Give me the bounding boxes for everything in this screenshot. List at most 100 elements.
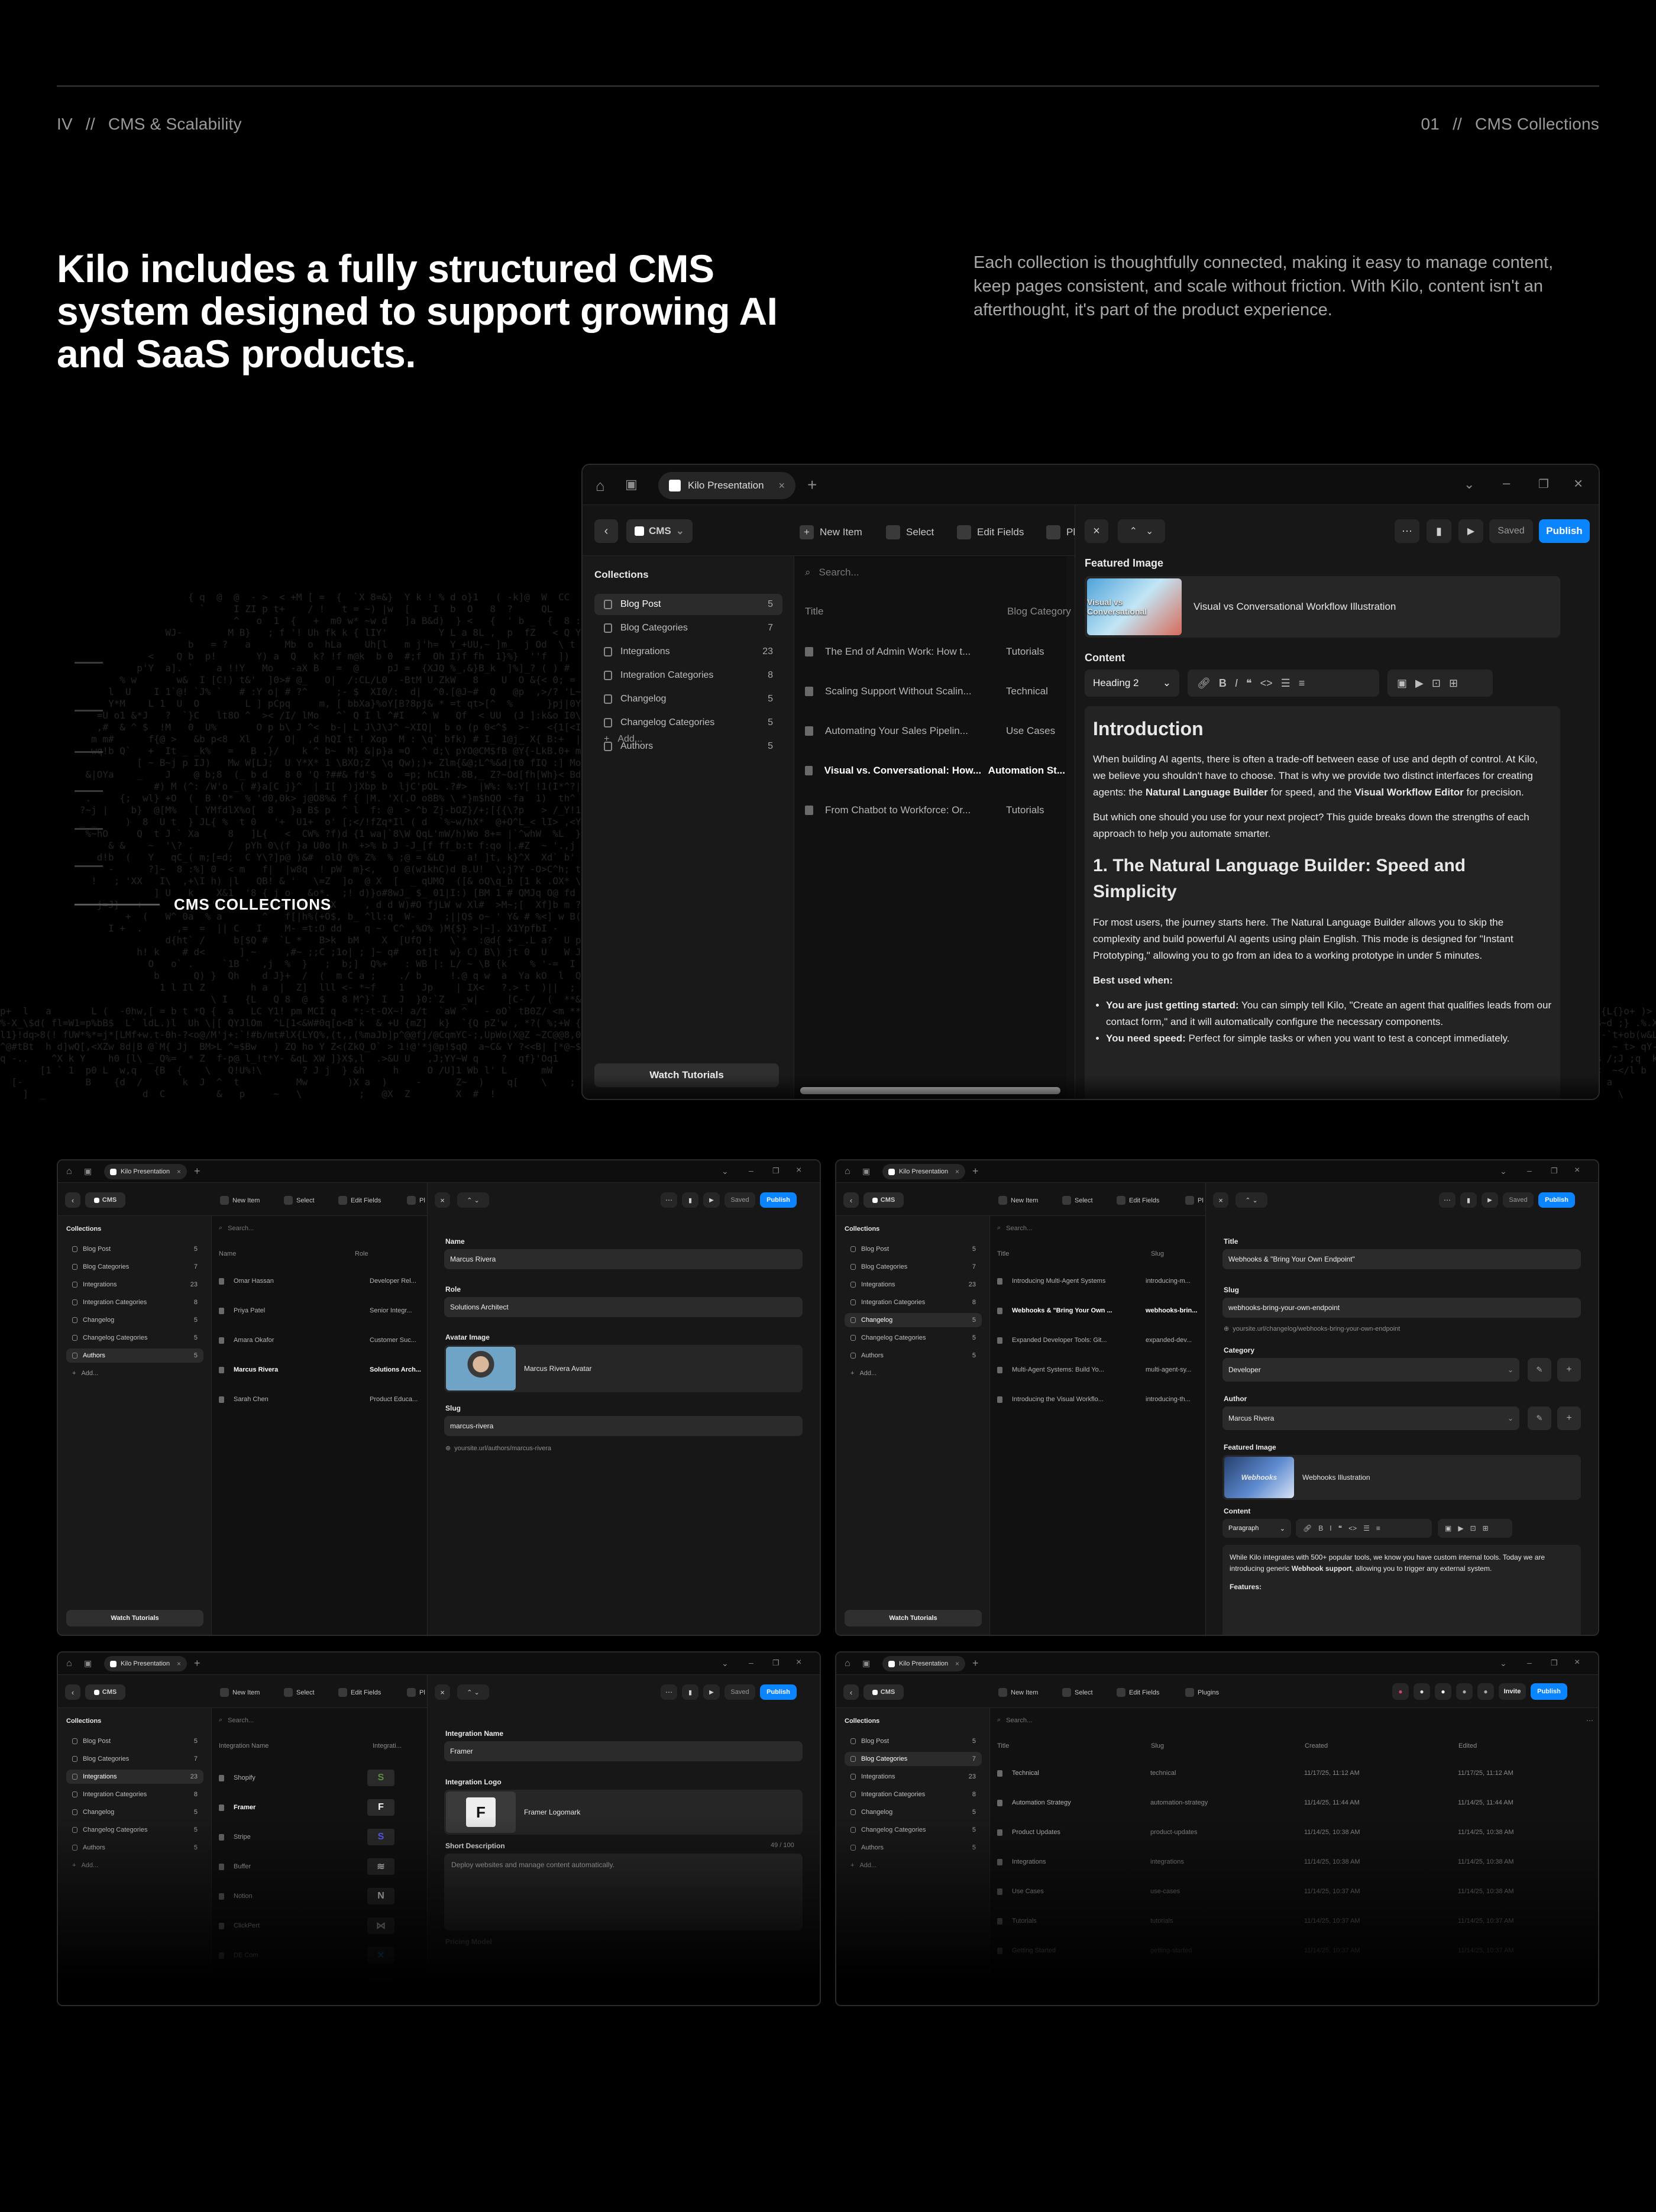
add-reference-button[interactable]: + [1557, 1406, 1581, 1430]
edit-fields-button[interactable]: Edit Fields [338, 1196, 381, 1205]
collection-item[interactable]: Changelog 5 [66, 1805, 203, 1819]
chart-icon[interactable]: ● [1456, 1683, 1473, 1700]
edit-fields-button[interactable]: Edit Fields [1117, 1688, 1159, 1697]
more-icon[interactable]: ⋯ [1586, 1716, 1593, 1725]
prev-next-button[interactable]: ⌃ ⌄ [457, 1684, 489, 1700]
restore-icon[interactable]: ❐ [1538, 477, 1549, 491]
collection-item[interactable]: Blog Categories 7 [66, 1260, 203, 1274]
plus-icon[interactable]: + [807, 476, 817, 494]
table-row[interactable]: Product Updates product-updates 11/14/25, … [997, 1829, 1594, 1836]
collection-item[interactable]: Blog Post 5 [66, 1734, 203, 1748]
back-button[interactable]: ‹ [843, 1684, 859, 1700]
add-collection-button[interactable]: + Add... [594, 729, 782, 750]
select-button[interactable]: Select [1062, 1196, 1093, 1205]
new-item-button[interactable]: New Item [998, 1688, 1038, 1697]
featured-image-field[interactable]: Webhooks Webhooks Illustration [1222, 1455, 1581, 1500]
figma-icon[interactable]: ● [1392, 1683, 1409, 1700]
collection-item[interactable]: Integration Categories 8 [66, 1295, 203, 1309]
play-icon[interactable]: ▶ [1458, 519, 1483, 543]
quote-icon[interactable]: ❝ [1246, 677, 1252, 690]
plugins-button[interactable]: Pl [1185, 1196, 1204, 1205]
chevron-down-icon[interactable]: ⌄ [1464, 477, 1474, 492]
back-button[interactable]: ‹ [65, 1192, 80, 1208]
minimize-icon[interactable]: – [1527, 1166, 1532, 1175]
back-button[interactable]: ‹ [65, 1684, 80, 1700]
bold-icon[interactable]: B [1318, 1524, 1323, 1532]
chart-icon[interactable]: ▮ [1427, 519, 1451, 543]
search-input[interactable]: ⌕ Search... [219, 1224, 254, 1232]
close-window-icon[interactable]: × [1574, 1165, 1580, 1176]
inbox-icon[interactable]: ▣ [625, 477, 638, 492]
plus-icon[interactable]: + [972, 1165, 979, 1178]
collection-item[interactable]: Blog Categories 7 [845, 1260, 982, 1274]
table-row[interactable]: From Chatbot to Workforce: Or... Tutorial… [805, 804, 1065, 816]
browser-tab[interactable]: Kilo Presentation × [658, 472, 795, 499]
close-editor-button[interactable]: × [1085, 519, 1108, 543]
collection-item[interactable]: Changelog 5 [845, 1805, 982, 1819]
heading-select[interactable]: Heading 2 ⌄ [1085, 670, 1179, 697]
home-icon[interactable]: ⌂ [845, 1166, 850, 1177]
table-icon[interactable]: ⊞ [1449, 677, 1458, 690]
restore-icon[interactable]: ❐ [772, 1166, 780, 1176]
collection-item[interactable]: Changelog 5 [594, 688, 782, 710]
select-button[interactable]: Select [886, 525, 934, 539]
title-field[interactable]: Webhooks & "Bring Your Own Endpoint" [1222, 1249, 1581, 1269]
link-icon[interactable]: 🔗︎ [1197, 677, 1211, 690]
collection-item[interactable]: Blog Post 5 [845, 1242, 982, 1256]
image-icon[interactable]: ▣ [1445, 1524, 1451, 1532]
more-button[interactable]: ⋯ [661, 1192, 677, 1208]
cms-dropdown[interactable]: CMS ⌄ [626, 519, 693, 543]
close-icon[interactable]: × [955, 1168, 959, 1176]
paragraph-select[interactable]: Paragraph ⌄ [1222, 1519, 1291, 1538]
video-icon[interactable]: ▶ [1415, 677, 1424, 690]
browser-tab[interactable]: Kilo Presentation × [882, 1164, 965, 1179]
code-icon[interactable]: <> [1348, 1524, 1357, 1532]
settings-icon[interactable]: ● [1435, 1683, 1451, 1700]
table-row[interactable]: Automation Strategy automation-strategy 11… [997, 1799, 1594, 1806]
quote-icon[interactable]: ❝ [1338, 1524, 1342, 1532]
collection-item[interactable]: Integration Categories 8 [845, 1787, 982, 1802]
add-reference-button[interactable]: + [1557, 1358, 1581, 1382]
globe-icon[interactable]: ● [1414, 1683, 1430, 1700]
cms-dropdown[interactable]: CMS [863, 1192, 904, 1208]
collection-item[interactable]: Authors 5 [845, 1841, 982, 1855]
close-window-icon[interactable]: × [1574, 1657, 1580, 1668]
image-icon[interactable]: ▣ [1397, 677, 1407, 690]
text-field[interactable]: Marcus Rivera [444, 1249, 803, 1269]
home-icon[interactable]: ⌂ [845, 1658, 850, 1669]
new-item-button[interactable]: New Item [220, 1688, 260, 1697]
publish-button[interactable]: Publish [1531, 1683, 1567, 1700]
chart-icon[interactable]: ▮ [1460, 1192, 1477, 1208]
avatar-field[interactable]: Marcus Rivera Avatar [444, 1345, 803, 1392]
chevron-down-icon[interactable]: ⌄ [1500, 1658, 1507, 1668]
close-icon[interactable]: × [955, 1660, 959, 1668]
minimize-icon[interactable]: – [749, 1166, 753, 1175]
select-button[interactable]: Select [284, 1196, 315, 1205]
add-collection-button[interactable]: + Add... [845, 1366, 982, 1380]
chart-icon[interactable]: ▮ [682, 1192, 698, 1208]
close-icon[interactable]: × [177, 1168, 181, 1176]
edit-reference-button[interactable]: ✎ [1528, 1406, 1551, 1430]
search-input[interactable]: ⌕ Search... [997, 1716, 1032, 1724]
collection-item[interactable]: Integrations 23 [66, 1770, 203, 1784]
play-icon[interactable]: ▶ [703, 1684, 720, 1700]
search-input[interactable]: ⌕ Search... [219, 1716, 254, 1724]
collection-item[interactable]: Blog Categories 7 [66, 1752, 203, 1766]
chevron-down-icon[interactable]: ⌄ [722, 1658, 729, 1668]
collection-item[interactable]: Integration Categories 8 [594, 665, 782, 686]
more-button[interactable]: ⋯ [661, 1684, 677, 1700]
edit-fields-button[interactable]: Edit Fields [338, 1688, 381, 1697]
prev-next-button[interactable]: ⌃ ⌄ [457, 1192, 489, 1208]
italic-icon[interactable]: I [1235, 677, 1238, 690]
plugins-button[interactable]: Pl [407, 1196, 425, 1205]
code-icon[interactable]: <> [1260, 677, 1273, 690]
play-icon[interactable]: ● [1477, 1683, 1494, 1700]
close-window-icon[interactable]: × [796, 1657, 801, 1668]
inbox-icon[interactable]: ▣ [84, 1658, 92, 1668]
close-window-icon[interactable]: × [796, 1165, 801, 1176]
video-icon[interactable]: ▶ [1458, 1524, 1463, 1532]
plugins-button[interactable]: Pl [407, 1688, 425, 1697]
link-icon[interactable]: 🔗︎ [1303, 1524, 1312, 1532]
edit-reference-button[interactable]: ✎ [1528, 1358, 1551, 1382]
reference-select[interactable]: Developer ⌄ [1222, 1358, 1519, 1382]
